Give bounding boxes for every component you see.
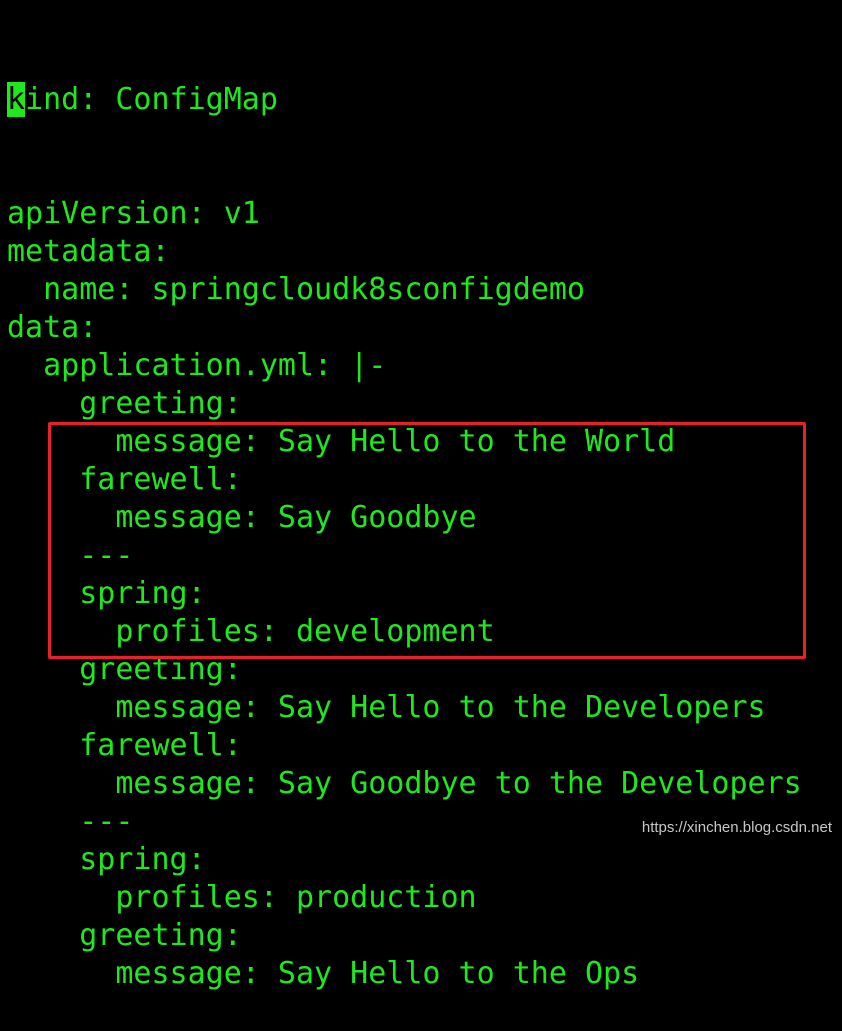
watermark: https://xinchen.blog.csdn.net	[641, 819, 832, 836]
terminal-line: greeting:	[7, 918, 242, 953]
terminal-line: kind: ConfigMap	[7, 81, 802, 119]
terminal-line: message: Say Hello to the Developers	[7, 690, 766, 725]
terminal-line: data:	[7, 310, 98, 345]
terminal-line: message: Say Goodbye to the Developers	[7, 766, 802, 801]
terminal-line: message: Say Hello to the Ops	[7, 956, 640, 991]
terminal-line: application.yml: |-	[7, 348, 387, 383]
terminal-line: spring:	[7, 842, 206, 877]
terminal-line: name: springcloudk8sconfigdemo	[7, 272, 585, 307]
terminal-line: farewell:	[7, 728, 242, 763]
terminal-line: metadata:	[7, 234, 170, 269]
terminal-line: profiles: production	[7, 880, 477, 915]
terminal-line: apiVersion: v1	[7, 196, 260, 231]
cursor: k	[7, 82, 26, 117]
terminal-line: greeting:	[7, 386, 242, 421]
highlight-box	[48, 422, 806, 659]
line-text: ind: ConfigMap	[25, 82, 278, 117]
